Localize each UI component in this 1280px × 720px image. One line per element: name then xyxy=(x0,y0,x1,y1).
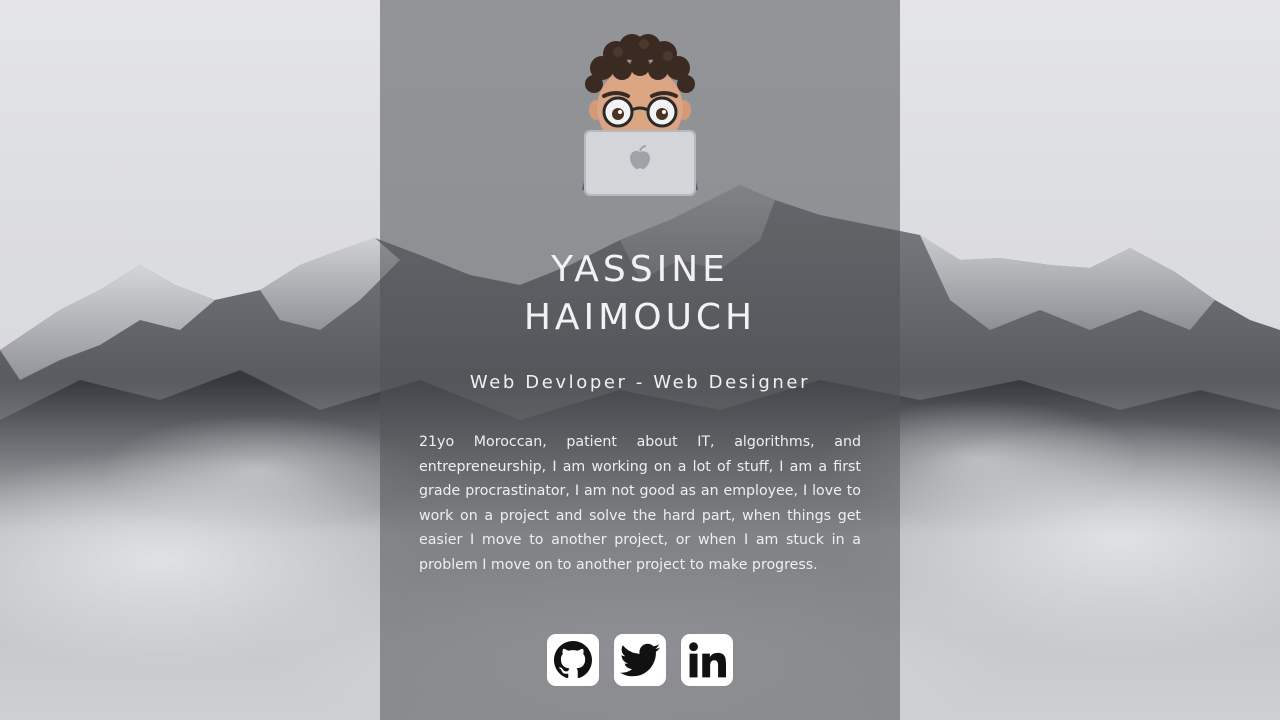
linkedin-link[interactable] xyxy=(681,634,733,686)
profile-name-line1: YASSINE xyxy=(551,249,729,290)
github-icon xyxy=(554,641,592,679)
profile-subtitle: Web Devloper - Web Designer xyxy=(469,372,811,393)
profile-name: YASSINE HAIMOUCH xyxy=(380,246,900,342)
social-links xyxy=(547,634,733,686)
profile-bio: 21yo Moroccan, patient about IT, algorit… xyxy=(419,434,861,573)
profile-name-line2: HAIMOUCH xyxy=(523,297,757,338)
profile-card: YASSINE HAIMOUCH Web Devloper - Web Desi… xyxy=(380,0,900,720)
twitter-link[interactable] xyxy=(614,634,666,686)
avatar xyxy=(580,30,700,200)
linkedin-icon xyxy=(689,642,726,678)
github-link[interactable] xyxy=(547,634,599,686)
twitter-icon xyxy=(620,643,660,677)
